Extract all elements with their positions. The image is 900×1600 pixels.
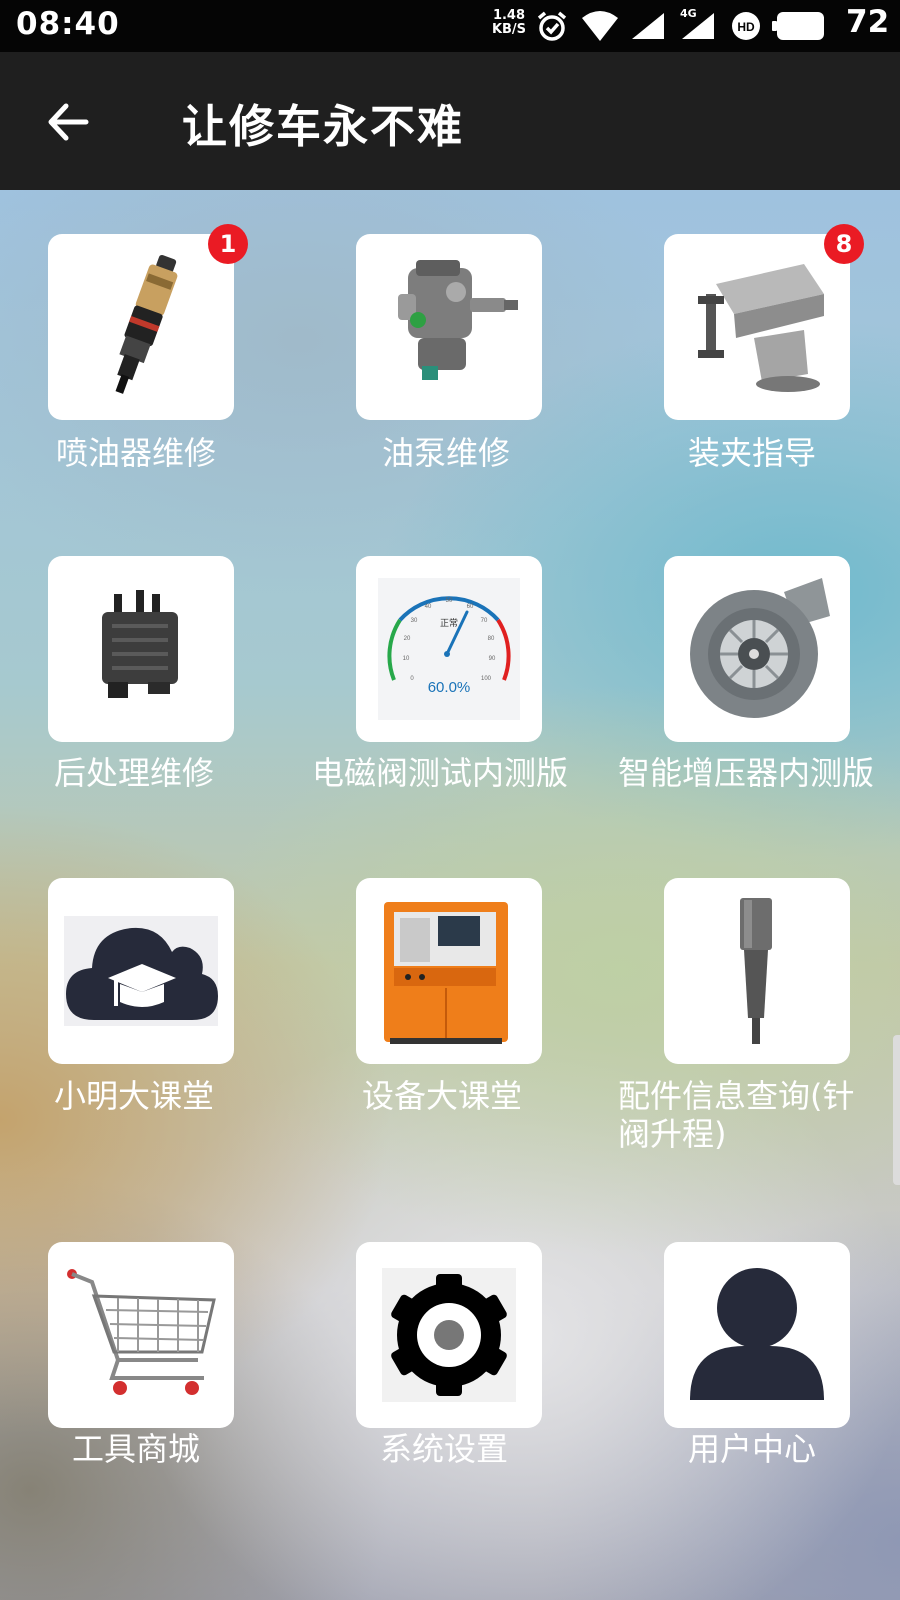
injector-nozzle-icon — [740, 898, 772, 1044]
wifi-icon — [582, 11, 618, 41]
notification-badge: 1 — [208, 224, 248, 264]
turbocharger-icon — [690, 578, 830, 718]
menu-grid: 1 喷油器维修 油泵维修 8 装夹指导 后处理维修 0 10 20 30 40 … — [0, 190, 900, 1600]
shopping-cart-icon — [67, 1269, 216, 1395]
signal-icon — [632, 13, 664, 39]
gauge-tick: 100 — [481, 676, 492, 682]
gauge-tick: 10 — [403, 656, 410, 662]
gauge-tick: 80 — [488, 636, 495, 642]
menu-item-user-center[interactable] — [664, 1242, 850, 1428]
notification-badge: 8 — [824, 224, 864, 264]
gauge-value: 60.0% — [428, 679, 471, 696]
gauge-icon: 0 10 20 30 40 50 60 70 80 90 100 正常 60.0… — [378, 578, 520, 720]
fuel-pump-icon — [398, 260, 518, 380]
menu-label: 油泵维修 — [382, 434, 511, 472]
menu-item-smart-turbo-beta[interactable] — [664, 556, 850, 742]
svg-text:HD: HD — [737, 20, 755, 34]
alarm-icon — [537, 11, 567, 41]
gauge-tick: 20 — [404, 636, 411, 642]
menu-label: 智能增压器内测版 — [618, 754, 875, 792]
back-button[interactable] — [40, 94, 96, 150]
arrow-left-icon — [48, 103, 89, 141]
cloud-graduation-cap-icon — [64, 916, 218, 1026]
menu-item-xiaoming-classroom[interactable] — [48, 878, 234, 1064]
network-speed-value: 1.48 — [492, 8, 526, 23]
gauge-tick: 70 — [481, 618, 488, 624]
menu-item-pump-repair[interactable] — [356, 234, 542, 420]
menu-label: 装夹指导 — [688, 434, 817, 472]
gauge-tick: 30 — [411, 618, 418, 624]
menu-item-parts-info-query[interactable] — [664, 878, 850, 1064]
menu-label: 工具商城 — [72, 1430, 201, 1468]
battery-icon — [772, 12, 824, 40]
aftertreatment-module-icon — [102, 590, 178, 698]
menu-label: 小明大课堂 — [54, 1077, 215, 1115]
test-bench-machine-icon — [384, 902, 508, 1044]
gauge-status: 正常 — [440, 617, 458, 629]
menu-label: 设备大课堂 — [362, 1077, 523, 1115]
menu-label: 后处理维修 — [54, 754, 215, 792]
menu-label: 配件信息查询(针阀升程) — [618, 1077, 855, 1153]
status-time: 08:40 — [16, 6, 120, 42]
menu-item-solenoid-test-beta[interactable]: 0 10 20 30 40 50 60 70 80 90 100 正常 60.0… — [356, 556, 542, 742]
signal-4g-icon — [682, 13, 714, 39]
gauge-tick: 90 — [489, 656, 496, 662]
menu-item-clamping-guide[interactable]: 8 — [664, 224, 864, 420]
network-speed-unit: KB/S — [491, 22, 527, 37]
scrollbar[interactable] — [893, 1035, 900, 1185]
page-title: 让修车永不难 — [182, 100, 465, 153]
gear-icon — [382, 1268, 516, 1402]
battery-percent: 72 — [846, 4, 890, 40]
gauge-tick: 50 — [446, 598, 453, 604]
gauge-tick: 40 — [425, 604, 432, 610]
menu-item-system-settings[interactable] — [356, 1242, 542, 1428]
menu-item-aftertreatment-repair[interactable] — [48, 556, 234, 742]
menu-item-equipment-classroom[interactable] — [356, 878, 542, 1064]
menu-label: 喷油器维修 — [56, 434, 217, 472]
hd-icon: HD — [732, 12, 760, 40]
fuel-injector-icon — [115, 254, 178, 394]
menu-label: 电磁阀测试内测版 — [312, 754, 569, 792]
menu-item-tool-mall[interactable] — [48, 1242, 234, 1428]
gauge-tick: 60 — [467, 604, 474, 610]
network-speed: 1.48 KB/S — [488, 9, 530, 37]
user-icon — [690, 1268, 824, 1400]
app-bar: 让修车永不难 — [0, 52, 900, 190]
menu-label: 用户中心 — [688, 1430, 817, 1468]
menu-item-injector-repair[interactable]: 1 — [48, 224, 248, 420]
menu-label: 系统设置 — [380, 1430, 509, 1468]
bench-vise-icon — [698, 264, 824, 392]
status-bar: 08:40 1.48 KB/S 4G HD 72 — [0, 0, 900, 52]
